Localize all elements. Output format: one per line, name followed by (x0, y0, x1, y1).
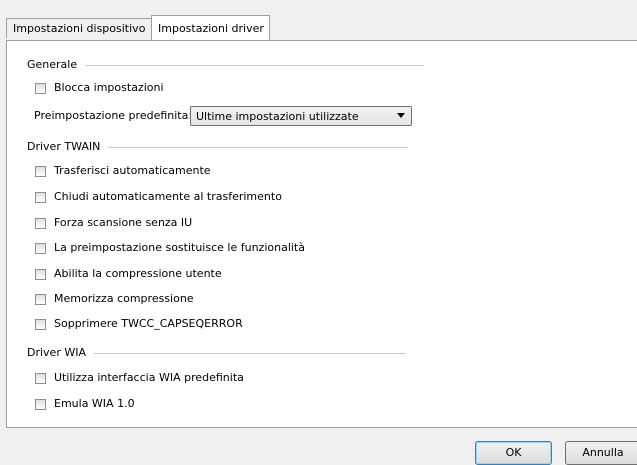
checkbox-box[interactable] (35, 268, 46, 280)
twain-auto-transfer-checkbox[interactable]: Trasferisci automaticamente (35, 163, 211, 179)
group-title-general: Generale (27, 58, 425, 72)
default-preset-value: Ultime impostazioni utilizzate (196, 110, 359, 123)
tab-device-settings[interactable]: Impostazioni dispositivo (6, 18, 152, 38)
twain-suppress-capseqerror-checkbox[interactable]: Sopprimere TWCC_CAPSEQERROR (35, 316, 243, 332)
twain-preset-overrides-checkbox[interactable]: La preimpostazione sostituisce le funzio… (35, 240, 305, 256)
checkbox-box[interactable] (35, 318, 46, 330)
chevron-down-icon[interactable] (397, 113, 405, 118)
group-wia-label: Driver WIA (27, 346, 86, 359)
tab-driver-settings[interactable]: Impostazioni driver (151, 15, 270, 40)
checkbox-label: Emula WIA 1.0 (54, 397, 135, 410)
twain-user-compression-checkbox[interactable]: Abilita la compressione utente (35, 266, 222, 282)
wia-emulate-1-0-checkbox[interactable]: Emula WIA 1.0 (35, 396, 135, 412)
checkbox-label: Sopprimere TWCC_CAPSEQERROR (54, 317, 243, 330)
checkbox-label: Chiudi automaticamente al trasferimento (54, 190, 282, 203)
default-preset-select[interactable]: Ultime impostazioni utilizzate (190, 106, 412, 126)
default-preset-label: Preimpostazione predefinita: (34, 109, 193, 122)
checkbox-box[interactable] (35, 165, 46, 177)
twain-store-compression-checkbox[interactable]: Memorizza compressione (35, 291, 194, 307)
checkbox-box[interactable] (35, 293, 46, 305)
checkbox-label: Forza scansione senza IU (54, 216, 193, 229)
cancel-button[interactable]: Annulla (565, 441, 637, 465)
wia-default-interface-checkbox[interactable]: Utilizza interfaccia WIA predefinita (35, 370, 244, 386)
group-title-wia: Driver WIA (27, 346, 406, 360)
checkbox-box[interactable] (35, 372, 46, 384)
checkbox-box[interactable] (35, 217, 46, 229)
ok-button[interactable]: OK (475, 441, 552, 465)
group-twain-label: Driver TWAIN (27, 140, 101, 153)
checkbox-box[interactable] (35, 191, 46, 203)
checkbox-label: Utilizza interfaccia WIA predefinita (54, 371, 244, 384)
checkbox-box[interactable] (35, 242, 46, 254)
checkbox-box[interactable] (35, 82, 46, 94)
checkbox-label: Abilita la compressione utente (54, 267, 222, 280)
group-wia-divider (94, 352, 406, 354)
twain-auto-close-checkbox[interactable]: Chiudi automaticamente al trasferimento (35, 189, 282, 205)
twain-force-no-ui-checkbox[interactable]: Forza scansione senza IU (35, 215, 192, 231)
checkbox-label: Memorizza compressione (54, 292, 194, 305)
checkbox-label: La preimpostazione sostituisce le funzio… (54, 241, 305, 254)
lock-settings-label: Blocca impostazioni (54, 81, 164, 94)
lock-settings-checkbox[interactable]: Blocca impostazioni (35, 80, 164, 96)
checkbox-box[interactable] (35, 398, 46, 410)
group-general-divider (85, 64, 425, 66)
checkbox-label: Trasferisci automaticamente (54, 164, 211, 177)
group-twain-divider (108, 146, 409, 148)
group-general-label: Generale (27, 58, 78, 71)
group-title-twain: Driver TWAIN (27, 140, 409, 154)
